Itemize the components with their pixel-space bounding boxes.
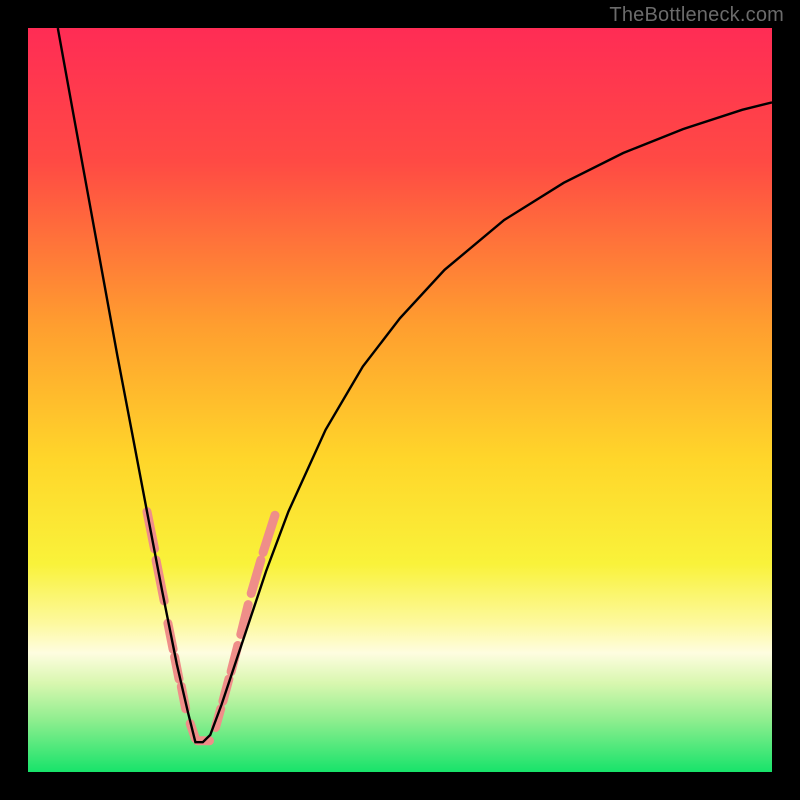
watermark-text: TheBottleneck.com <box>609 4 784 27</box>
plot-svg <box>28 28 772 772</box>
chart-frame: TheBottleneck.com <box>0 0 800 800</box>
plot-area <box>28 28 772 772</box>
gradient-background <box>28 28 772 772</box>
